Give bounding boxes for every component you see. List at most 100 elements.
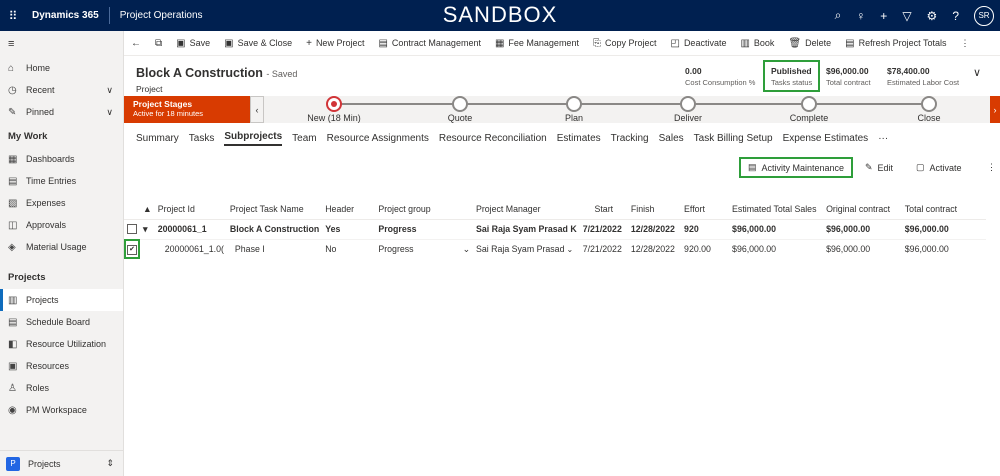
sidebar-item-recent[interactable]: ◷ Recent ∨	[0, 79, 123, 101]
book-button[interactable]: ▥ Book	[733, 38, 781, 49]
sidebar-item-dashboards[interactable]: ▦ Dashboards	[0, 148, 123, 170]
gear-icon[interactable]: ⚙	[927, 9, 938, 23]
col-project-id[interactable]: Project Id	[154, 199, 227, 220]
activate-button[interactable]: ▢ Activate	[909, 157, 969, 178]
chevron-down-icon[interactable]: ∨	[106, 85, 113, 96]
fee-management-button[interactable]: ▦ Fee Management	[488, 38, 586, 49]
activity-maintenance-button[interactable]: ▤ Activity Maintenance	[739, 157, 854, 178]
sidebar-item-pm-workspace[interactable]: ◉ PM Workspace	[0, 399, 123, 421]
stage-close[interactable]: Close	[869, 96, 989, 123]
edit-button[interactable]: ✎ Edit	[858, 157, 900, 178]
table-row[interactable]: ✔ 20000061_1.0( Phase I No Progress ⌄ Sai…	[124, 238, 986, 259]
stage-new[interactable]: New (18 Min)	[274, 96, 394, 123]
sidebar-item-material-usage[interactable]: ◈ Material Usage	[0, 236, 123, 258]
contract-management-button[interactable]: ▤ Contract Management	[371, 38, 488, 49]
table-row[interactable]: ▾ 20000061_1 Block A Construction Yes Pr…	[124, 218, 986, 239]
sort-icon[interactable]: ▲	[140, 199, 155, 220]
waffle-icon[interactable]: ⠿	[0, 0, 26, 31]
cell-project-manager: Sai Raja Syam Prasad K	[472, 218, 580, 239]
tab-estimates[interactable]: Estimates	[557, 133, 601, 144]
stage-complete[interactable]: Complete	[749, 96, 869, 123]
cell-start[interactable]: 7/21/2022	[579, 238, 628, 259]
row-checkbox[interactable]	[124, 218, 140, 239]
cell-project-group[interactable]: Progress ⌄	[375, 238, 473, 259]
cell-total-contract[interactable]: $96,000.00	[901, 238, 986, 259]
col-estimated-total-sales[interactable]: Estimated Total Sales	[729, 199, 824, 220]
col-original-contract[interactable]: Original contract	[823, 199, 902, 220]
sidebar-item-time-entries[interactable]: ▤ Time Entries	[0, 170, 123, 192]
sidebar-item-home[interactable]: ⌂ Home	[0, 57, 123, 79]
sidebar-item-expenses[interactable]: ▧ Expenses	[0, 192, 123, 214]
delete-button[interactable]: 🗑 Delete	[781, 38, 838, 49]
search-icon[interactable]: ⌕	[835, 8, 842, 23]
tab-resource-assignments[interactable]: Resource Assignments	[327, 133, 429, 144]
tab-tracking[interactable]: Tracking	[611, 133, 649, 144]
chevron-left-icon[interactable]: ‹	[250, 96, 264, 123]
area-switcher[interactable]: P Projects ⇕	[0, 450, 124, 476]
sidebar-item-schedule-board[interactable]: ▤ Schedule Board	[0, 311, 123, 333]
col-task-name[interactable]: Project Task Name	[226, 199, 323, 220]
collapse-icon[interactable]: ▾	[140, 218, 155, 239]
copy-project-button[interactable]: ⎘ Copy Project	[586, 38, 664, 49]
col-project-manager[interactable]: Project Manager	[472, 199, 580, 220]
col-header[interactable]: Header	[322, 199, 376, 220]
chevron-down-icon[interactable]: ⌄	[566, 245, 573, 254]
row-checkbox[interactable]: ✔	[124, 238, 140, 259]
sidebar-item-approvals[interactable]: ◫ Approvals	[0, 214, 123, 236]
stage-quote[interactable]: Quote	[400, 96, 520, 123]
tab-subprojects[interactable]: Subprojects	[224, 131, 283, 146]
more-grid-commands-icon[interactable]: ⋮	[980, 157, 1000, 178]
deactivate-button[interactable]: ◰ Deactivate	[663, 38, 733, 49]
tab-team[interactable]: Team	[292, 133, 316, 144]
cell-original-contract[interactable]: $96,000.00	[823, 238, 902, 259]
sidebar-item-resource-utilization[interactable]: ◧ Resource Utilization	[0, 333, 123, 355]
hamburger-icon[interactable]: ≡	[0, 31, 123, 57]
tab-tasks[interactable]: Tasks	[189, 133, 215, 144]
stage-deliver[interactable]: Deliver	[628, 96, 748, 123]
new-project-button[interactable]: + New Project	[299, 38, 371, 49]
more-tabs-icon[interactable]: ···	[878, 133, 888, 144]
filter-icon[interactable]: ▽	[902, 9, 911, 23]
tab-sales[interactable]: Sales	[659, 133, 684, 144]
col-start[interactable]: Start	[579, 199, 628, 220]
cell-header[interactable]: No	[322, 238, 376, 259]
app-name[interactable]: Project Operations	[110, 10, 203, 21]
sidebar-item-roles[interactable]: ♙ Roles	[0, 377, 123, 399]
save-button[interactable]: ▣ Save	[169, 38, 217, 49]
col-effort[interactable]: Effort	[681, 199, 730, 220]
chevron-down-icon[interactable]: ⌄	[463, 244, 470, 255]
more-commands-icon[interactable]: ⋮	[953, 38, 976, 49]
cell-project-id[interactable]: 20000061_1.0(	[154, 238, 227, 259]
chevron-down-icon[interactable]: ∨	[973, 66, 981, 79]
process-flag[interactable]: Project Stages Active for 18 minutes	[124, 96, 250, 123]
tab-summary[interactable]: Summary	[136, 133, 179, 144]
sidebar-item-resources[interactable]: ▣ Resources	[0, 355, 123, 377]
sidebar-item-label: Approvals	[26, 220, 67, 230]
stage-plan[interactable]: Plan	[514, 96, 634, 123]
col-total-contract[interactable]: Total contract	[901, 199, 986, 220]
sidebar-item-projects[interactable]: ▥ Projects	[0, 289, 123, 311]
tab-resource-reconciliation[interactable]: Resource Reconciliation	[439, 133, 547, 144]
plus-icon[interactable]: +	[880, 9, 887, 23]
popout-button[interactable]: ⧉	[148, 38, 169, 49]
lightbulb-icon[interactable]: ♀	[856, 9, 865, 23]
cell-estimated-total-sales[interactable]: $96,000.00	[729, 238, 824, 259]
save-close-button[interactable]: ▣ Save & Close	[217, 38, 299, 49]
back-button[interactable]: ←	[124, 38, 148, 49]
avatar[interactable]: SR	[974, 5, 994, 26]
cell-effort[interactable]: 920.00	[681, 238, 730, 259]
sidebar-item-pinned[interactable]: ✎ Pinned ∨	[0, 101, 123, 123]
cell-project-manager[interactable]: Sai Raja Syam Prasad ⌄	[472, 238, 580, 259]
cell-finish[interactable]: 12/28/2022	[627, 238, 682, 259]
tab-task-billing-setup[interactable]: Task Billing Setup	[694, 133, 773, 144]
col-finish[interactable]: Finish	[627, 199, 682, 220]
brand[interactable]: Dynamics 365	[26, 7, 110, 24]
chevron-down-icon[interactable]: ∨	[106, 107, 113, 118]
cell-start: 7/21/2022	[579, 218, 628, 239]
col-project-group[interactable]: Project group	[375, 199, 473, 220]
help-icon[interactable]: ?	[952, 9, 959, 23]
refresh-totals-button[interactable]: ▤ Refresh Project Totals	[838, 38, 953, 49]
cell-task-name[interactable]: Phase I	[226, 238, 323, 259]
chevron-right-icon[interactable]: ›	[990, 96, 1000, 123]
tab-expense-estimates[interactable]: Expense Estimates	[783, 133, 869, 144]
